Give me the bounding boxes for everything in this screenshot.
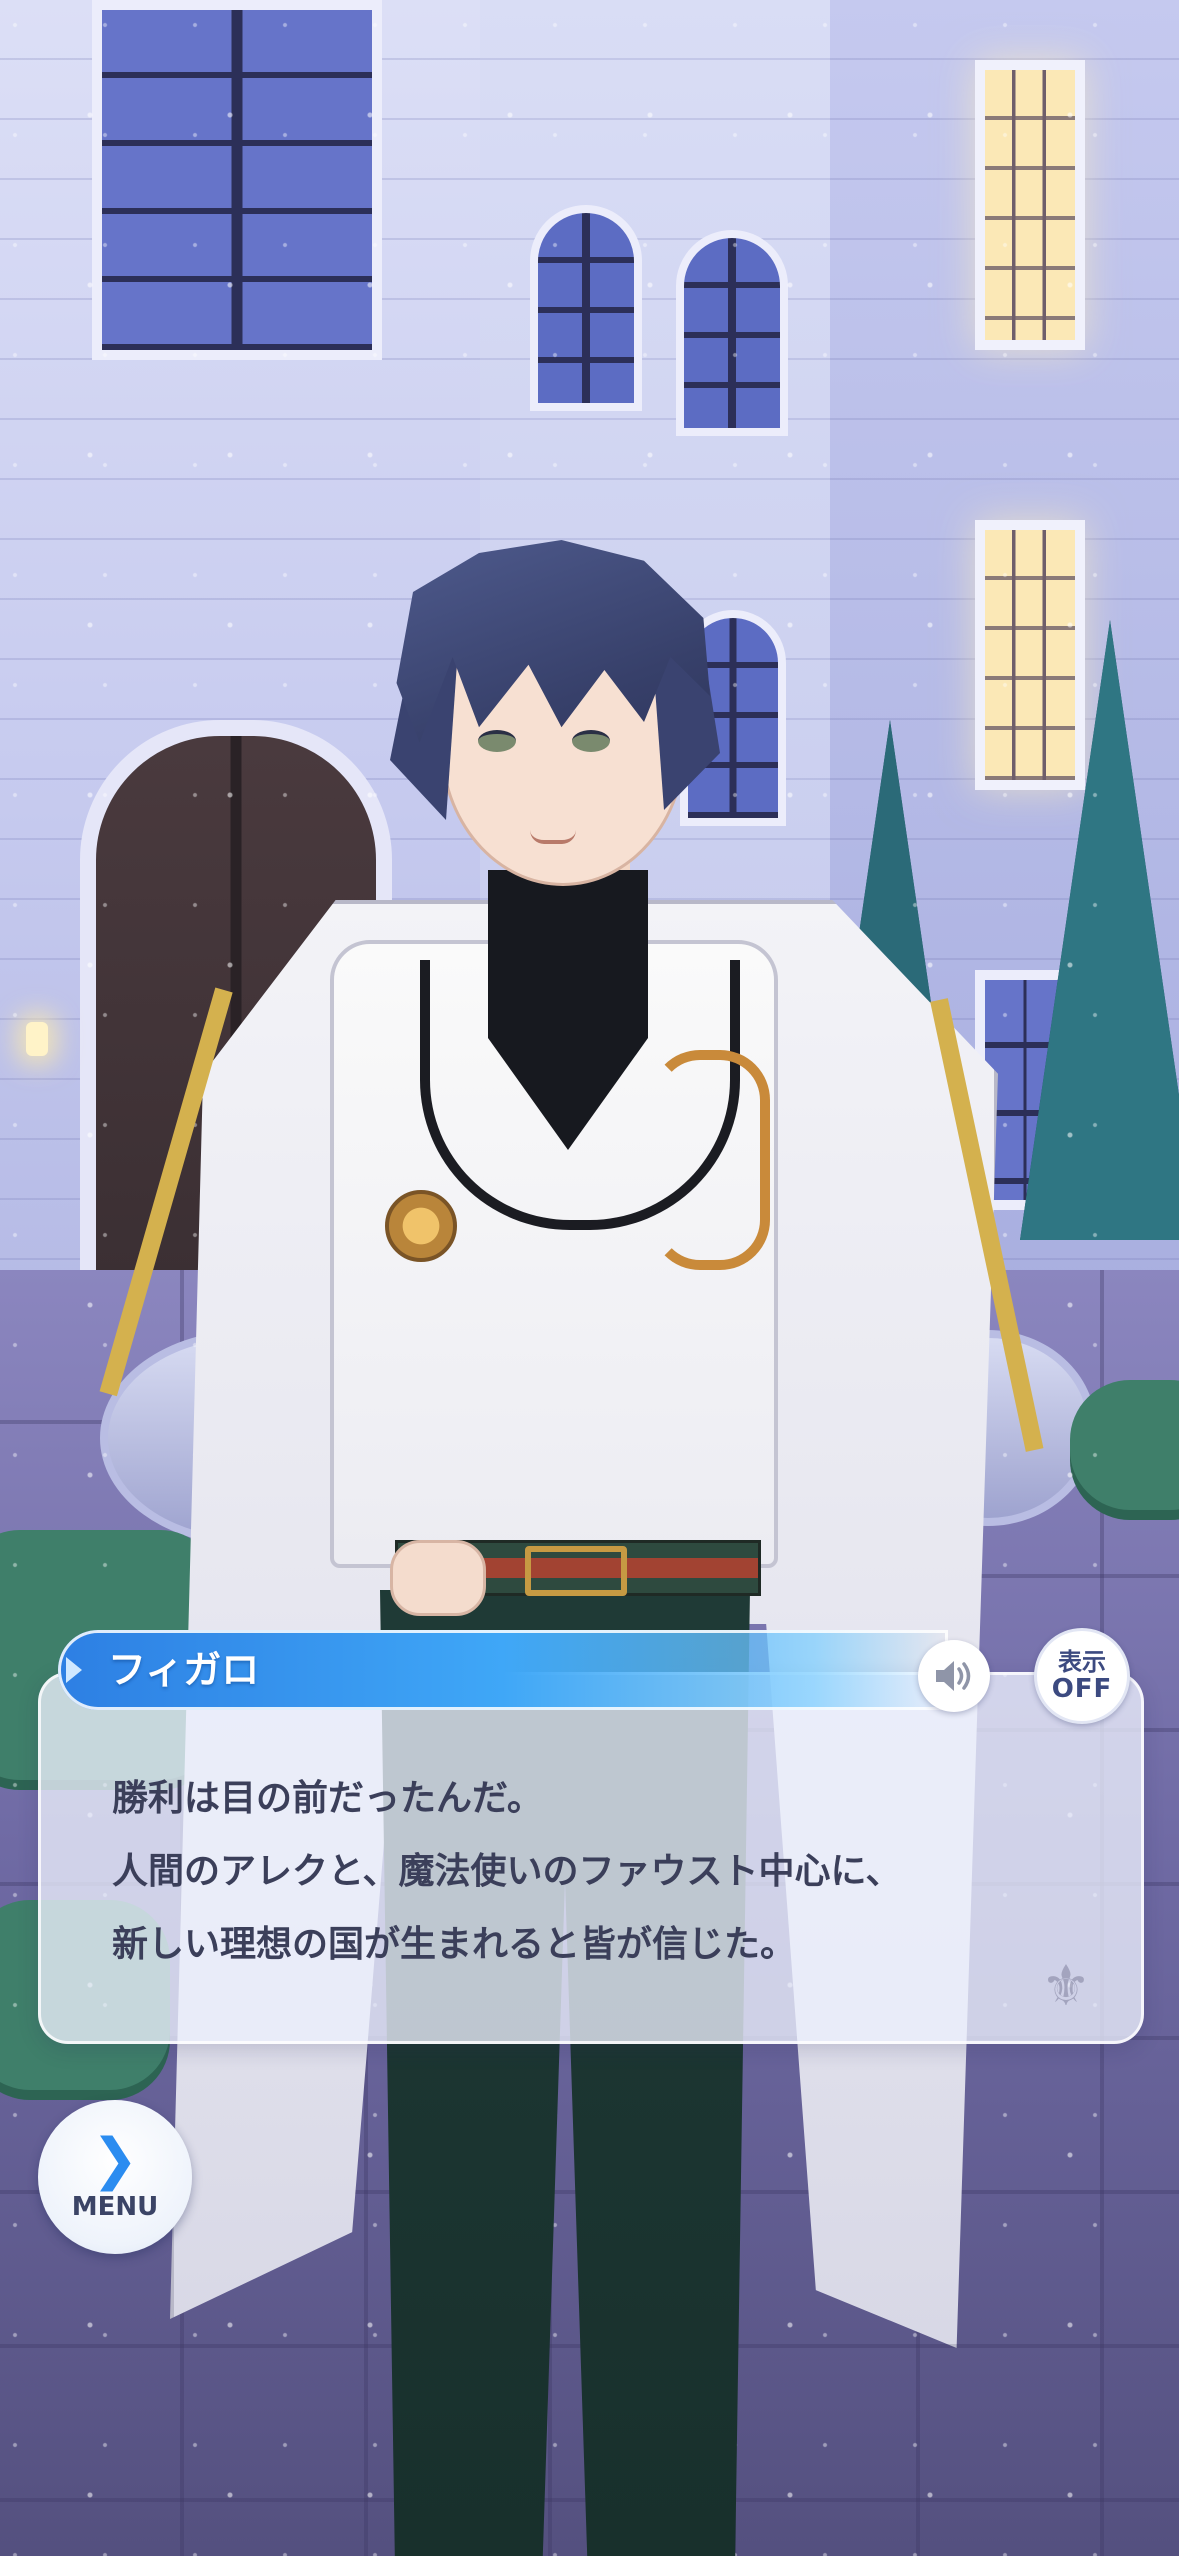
belt-buckle bbox=[525, 1546, 627, 1596]
dialogue-line: 勝利は目の前だったんだ。 bbox=[112, 1778, 543, 1819]
hide-ui-label-top: 表示 bbox=[1058, 1648, 1106, 1676]
dialogue-line: 人間のアレクと、魔法使いのファウスト中心に、 bbox=[112, 1851, 902, 1892]
speaker-icon bbox=[936, 1661, 971, 1691]
name-caret-icon bbox=[66, 1657, 82, 1683]
stethoscope-chestpiece bbox=[385, 1190, 457, 1262]
eye-right bbox=[572, 730, 610, 752]
speaker-name: フィガロ bbox=[108, 1648, 260, 1692]
game-screen[interactable]: ⚜ フィガロ 表示 OFF 勝利は目の前だったんだ。 人間のアレクと、魔法使いの… bbox=[0, 0, 1179, 2556]
hide-ui-label-bottom: OFF bbox=[1051, 1674, 1113, 1704]
mouth bbox=[530, 830, 576, 844]
dialogue-text: 勝利は目の前だったんだ。 人間のアレクと、魔法使いのファウスト中心に、 新しい理… bbox=[112, 1762, 1092, 1981]
hide-ui-toggle-button[interactable]: 表示 OFF bbox=[1034, 1628, 1130, 1724]
voice-button[interactable] bbox=[918, 1640, 990, 1712]
stethoscope-tubing bbox=[650, 1050, 770, 1270]
eye-left bbox=[478, 730, 516, 752]
menu-button[interactable]: ❯ MENU bbox=[38, 2100, 192, 2254]
dialogue-line: 新しい理想の国が生まれると皆が信じた。 bbox=[112, 1924, 797, 1965]
menu-label: MENU bbox=[71, 2192, 159, 2222]
chevron-right-icon: ❯ bbox=[91, 2127, 139, 2192]
hand bbox=[390, 1540, 486, 1616]
